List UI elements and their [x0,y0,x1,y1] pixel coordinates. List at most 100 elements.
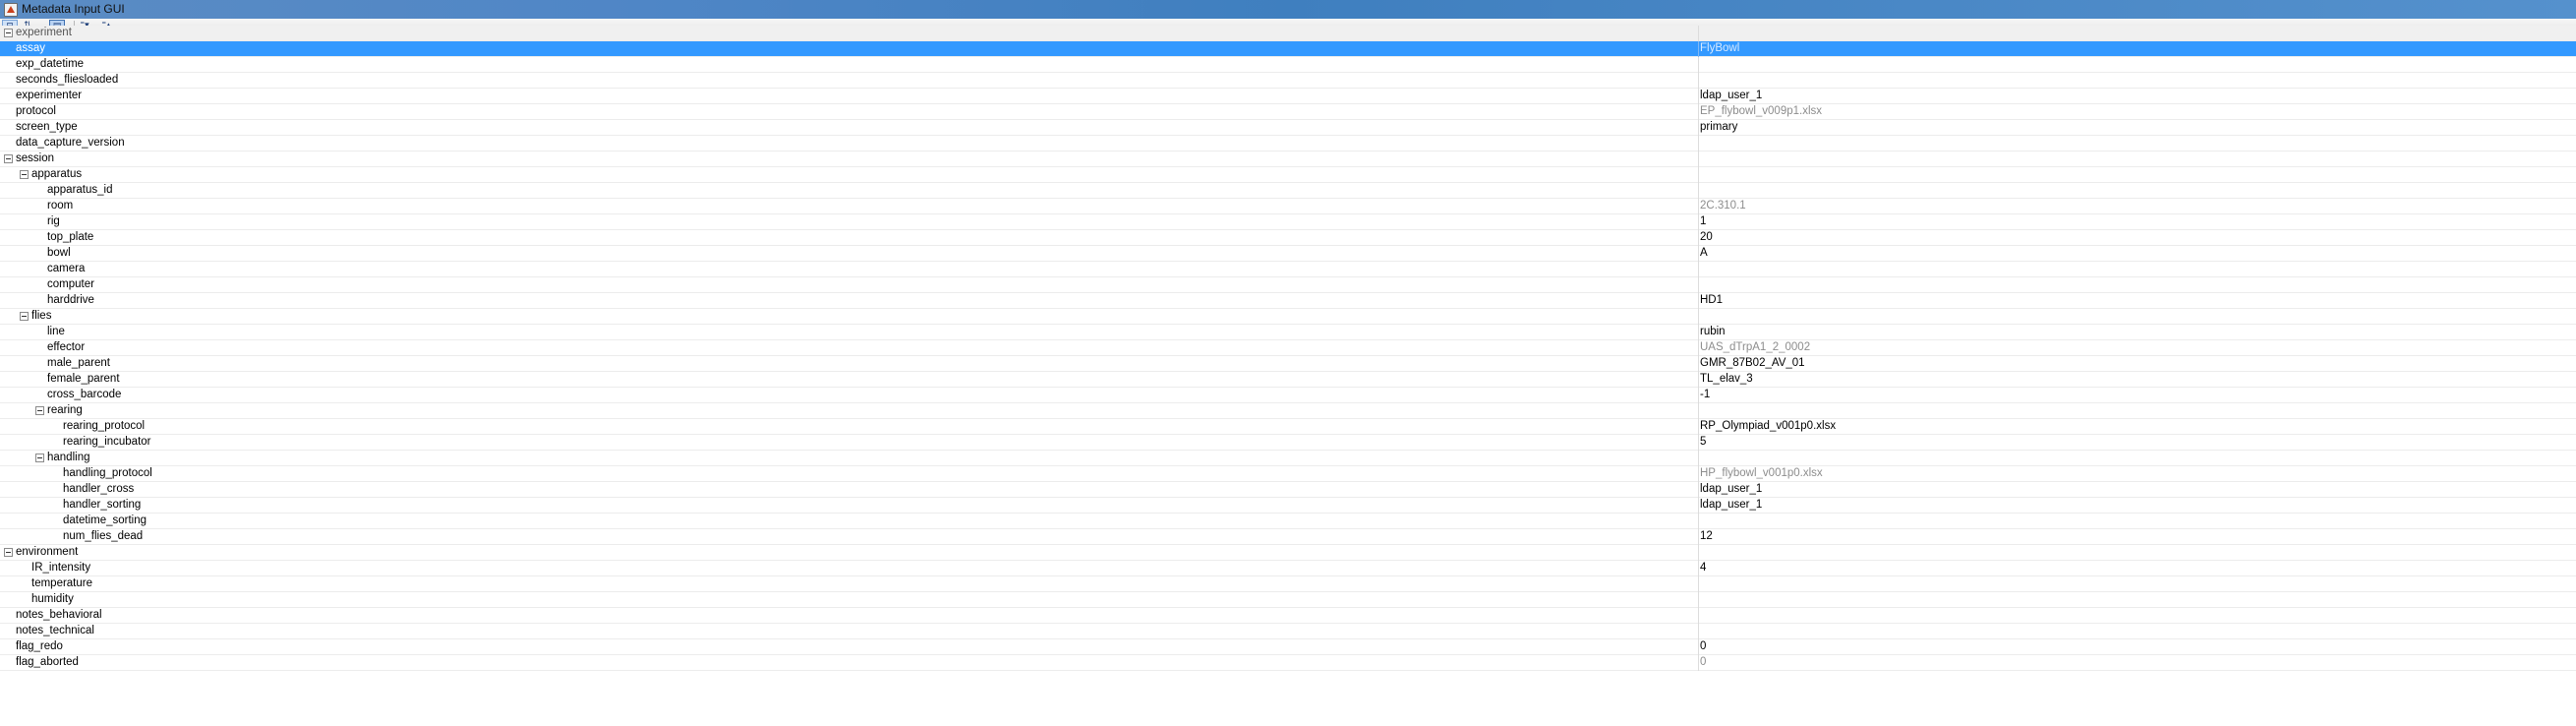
property-row-bowl[interactable]: bowl A [0,246,2576,262]
property-name: experiment [16,27,72,38]
property-row-rearing-incubator[interactable]: rearing_incubator 5 [0,435,2576,451]
property-row-rearing-protocol[interactable]: rearing_protocol RP_Olympiad_v001p0.xlsx [0,419,2576,435]
column-divider [1698,199,1699,214]
property-value[interactable]: 1 [1700,215,1706,227]
property-value[interactable]: 4 [1700,562,1706,574]
property-row-room[interactable]: room 2C.310.1 [0,199,2576,214]
property-value[interactable]: ldap_user_1 [1700,499,1762,511]
column-divider [1698,592,1699,608]
collapse-toggle-icon[interactable] [4,548,13,557]
property-row-apparatus-id[interactable]: apparatus_id [0,183,2576,199]
property-value[interactable]: ldap_user_1 [1700,90,1762,101]
column-divider [1698,41,1699,57]
collapse-toggle-icon[interactable] [35,406,44,415]
property-name: handling_protocol [63,467,152,479]
column-divider [1698,120,1699,136]
property-row-flag-aborted[interactable]: flag_aborted 0 [0,655,2576,671]
collapse-toggle-icon[interactable] [20,312,29,321]
property-name: apparatus [31,168,83,180]
column-divider [1698,435,1699,451]
property-row-exp-datetime[interactable]: exp_datetime [0,57,2576,73]
property-name: humidity [31,593,74,605]
property-row-flies[interactable]: flies [0,309,2576,325]
property-row-protocol[interactable]: protocol EP_flybowl_v009p1.xlsx [0,104,2576,120]
property-row-environment[interactable]: environment [0,545,2576,561]
property-value[interactable]: ldap_user_1 [1700,483,1762,495]
property-row-temperature[interactable]: temperature [0,576,2576,592]
property-value[interactable]: TL_elav_3 [1700,373,1753,385]
property-name: male_parent [47,357,110,369]
property-value[interactable]: GMR_87B02_AV_01 [1700,357,1805,369]
property-name: flies [31,310,52,322]
property-row-experiment[interactable]: experiment [0,26,2576,41]
property-value[interactable]: 0 [1700,640,1706,652]
property-row-handler-sorting[interactable]: handler_sorting ldap_user_1 [0,498,2576,514]
property-row-ir-intensity[interactable]: IR_intensity 4 [0,561,2576,576]
column-divider [1698,403,1699,419]
property-value[interactable]: 20 [1700,231,1713,243]
title-bar[interactable]: Metadata Input GUI [0,0,2576,20]
property-row-datetime-sorting[interactable]: datetime_sorting [0,514,2576,529]
property-row-cross-barcode[interactable]: cross_barcode -1 [0,388,2576,403]
property-value[interactable]: HD1 [1700,294,1723,306]
property-name: rearing_incubator [63,436,151,448]
property-row-camera[interactable]: camera [0,262,2576,277]
property-value[interactable]: primary [1700,121,1737,133]
property-row-harddrive[interactable]: harddrive HD1 [0,293,2576,309]
property-row-data-capture-version[interactable]: data_capture_version [0,136,2576,151]
property-row-handler-cross[interactable]: handler_cross ldap_user_1 [0,482,2576,498]
property-row-male-parent[interactable]: male_parent GMR_87B02_AV_01 [0,356,2576,372]
property-row-handling[interactable]: handling [0,451,2576,466]
property-row-flag-redo[interactable]: flag_redo 0 [0,639,2576,655]
column-divider [1698,624,1699,639]
property-row-notes-technical[interactable]: notes_technical [0,624,2576,639]
property-row-seconds-fliesloaded[interactable]: seconds_fliesloaded [0,73,2576,89]
collapse-toggle-icon[interactable] [35,454,44,462]
column-divider [1698,183,1699,199]
property-row-effector[interactable]: effector UAS_dTrpA1_2_0002 [0,340,2576,356]
property-tree: experiment assay FlyBowl exp_datetime second… [0,26,2576,671]
property-row-computer[interactable]: computer [0,277,2576,293]
property-row-humidity[interactable]: humidity [0,592,2576,608]
property-value[interactable]: rubin [1700,326,1726,337]
column-divider [1698,498,1699,514]
collapse-toggle-icon[interactable] [20,170,29,179]
property-row-num-flies-dead[interactable]: num_flies_dead 12 [0,529,2576,545]
property-name: cross_barcode [47,389,122,400]
column-divider [1698,655,1699,671]
property-name: computer [47,278,94,290]
collapse-toggle-icon[interactable] [4,154,13,163]
column-divider [1698,639,1699,655]
property-row-assay[interactable]: assay FlyBowl [0,41,2576,57]
column-divider [1698,293,1699,309]
property-row-session[interactable]: session [0,151,2576,167]
property-value[interactable]: 12 [1700,530,1713,542]
column-divider [1698,356,1699,372]
property-name: assay [16,42,46,54]
column-divider [1698,514,1699,529]
property-row-notes-behavioral[interactable]: notes_behavioral [0,608,2576,624]
property-value[interactable]: RP_Olympiad_v001p0.xlsx [1700,420,1836,432]
property-value[interactable]: -1 [1700,389,1710,400]
property-name: notes_technical [16,625,94,636]
property-row-female-parent[interactable]: female_parent TL_elav_3 [0,372,2576,388]
property-value[interactable]: A [1700,247,1708,259]
property-row-handling-protocol[interactable]: handling_protocol HP_flybowl_v001p0.xlsx [0,466,2576,482]
property-row-rearing[interactable]: rearing [0,403,2576,419]
property-value[interactable]: 5 [1700,436,1706,448]
property-name: experimenter [16,90,83,101]
column-divider [1698,230,1699,246]
column-divider [1698,57,1699,73]
property-row-line[interactable]: line rubin [0,325,2576,340]
property-row-rig[interactable]: rig 1 [0,214,2576,230]
property-row-top-plate[interactable]: top_plate 20 [0,230,2576,246]
property-row-screen-type[interactable]: screen_type primary [0,120,2576,136]
property-name: apparatus_id [47,184,113,196]
property-name: line [47,326,65,337]
column-divider [1698,340,1699,356]
property-row-apparatus[interactable]: apparatus [0,167,2576,183]
property-name: flag_redo [16,640,63,652]
collapse-toggle-icon[interactable] [4,29,13,37]
property-row-experimenter[interactable]: experimenter ldap_user_1 [0,89,2576,104]
property-value: 0 [1700,656,1707,668]
